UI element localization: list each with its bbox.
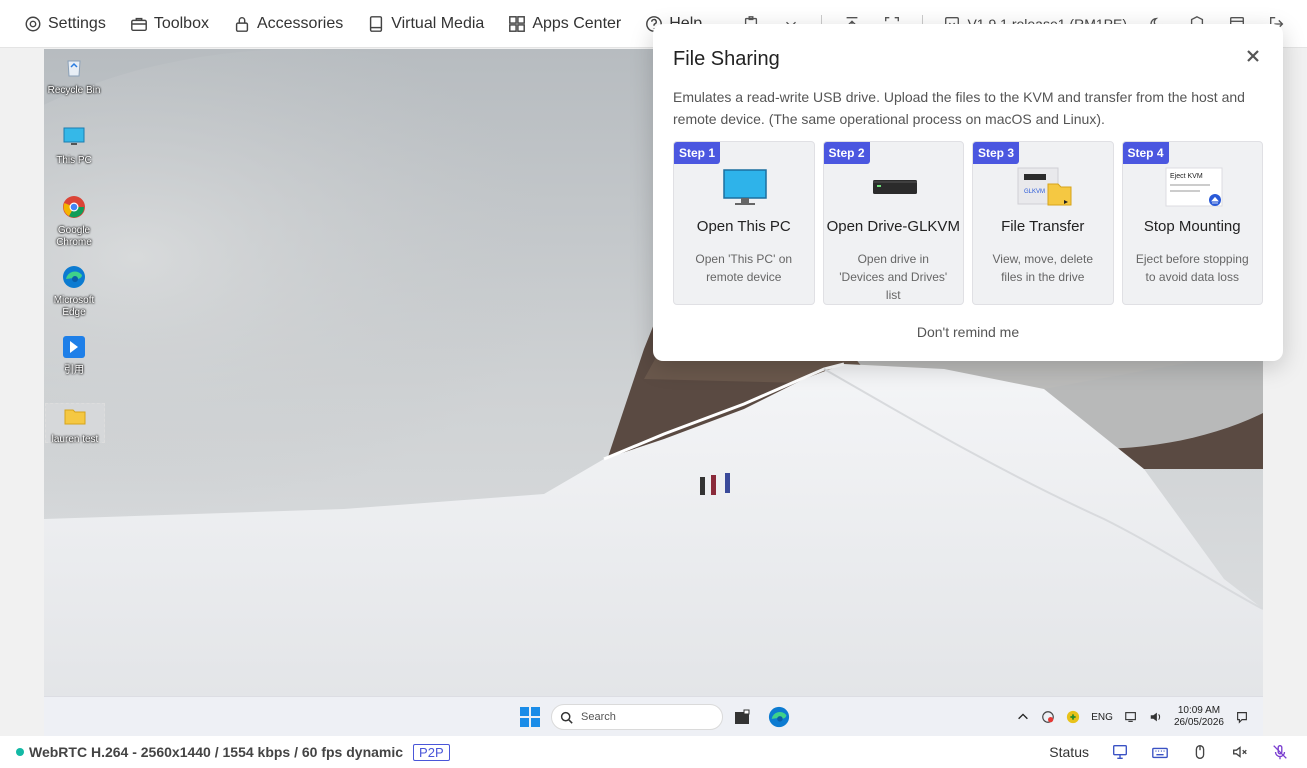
notification-icon[interactable] [1235,710,1249,724]
status-controls: Status [1049,736,1289,768]
step-description: Eject before stopping to avoid data loss [1135,252,1249,284]
desktop-icon-label: lauren test [51,434,99,445]
dialog-description: Emulates a read-write USB drive. Upload … [673,89,1245,127]
mouse-icon[interactable] [1191,743,1209,761]
desktop-icon-label: This PC [56,155,92,166]
chrome-icon [63,196,85,218]
step-card-1: Step 1 Open This PC Open 'This PC' on re… [673,141,815,305]
step-title: File Transfer [1001,218,1085,235]
p2p-badge: P2P [413,743,450,761]
volume-icon[interactable] [1149,710,1163,724]
step-title: Open This PC [696,218,791,235]
step-title: Open Drive-GLKVM [826,218,960,235]
clock-time: 10:09 AM [1177,705,1221,716]
desktop-icon-label: 引用 [64,365,84,376]
chevron-up-icon[interactable] [1016,710,1030,724]
folder-icon [64,409,86,425]
lock-icon [235,16,249,32]
dont-remind-link[interactable]: Don't remind me [653,324,1283,340]
step-card-3: Step 3 GLKVM File Transfer View, move, d… [972,141,1114,305]
step-description: View, move, delete files in the drive [992,252,1093,284]
computer-icon [63,127,85,145]
steps-list: Step 1 Open This PC Open 'This PC' on re… [673,141,1263,305]
menu-settings[interactable]: Settings [24,0,106,48]
menu-accessories-label: Accessories [256,14,344,32]
step-description: Open drive in 'Devices and Drives' list [839,252,948,302]
menu-virtual-media[interactable]: Virtual Media [367,0,484,48]
menu-toolbox-label: Toolbox [153,14,209,32]
step-badge: Step 3 [973,142,1020,164]
status-label[interactable]: Status [1049,744,1089,760]
desktop-icon-shortcut[interactable]: 引用 [44,335,104,377]
menu-apps-center[interactable]: Apps Center [508,0,621,48]
status-bar: WebRTC H.264 - 2560x1440 / 1554 kbps / 6… [0,736,1307,768]
step-card-4: Step 4 Eject KVM Stop Mounting Eject bef… [1121,141,1263,305]
desktop-icon-recycle-bin[interactable]: Recycle Bin [44,55,104,97]
taskview-icon[interactable] [734,709,750,725]
close-button[interactable] [1245,48,1261,64]
edge-taskbar-icon[interactable] [768,706,790,728]
step-badge: Step 2 [823,142,870,164]
desktop-icon-edge[interactable]: Microsoft Edge [44,265,104,319]
shortcut-app-icon [63,336,85,358]
keyboard-icon[interactable] [1151,743,1169,761]
book-icon [370,15,383,32]
desktop-icon-label: Google Chrome [56,225,92,248]
menu-virtual-media-label: Virtual Media [391,14,485,32]
step-description: Open 'This PC' on remote device [695,252,793,284]
speaker-muted-icon[interactable] [1231,743,1249,761]
step-badge: Step 1 [674,142,721,164]
menu-settings-label: Settings [48,14,106,32]
taskbar-clock[interactable]: 10:09 AM 26/05/2026 [1174,705,1224,729]
eject-illustration-icon: Eject KVM [1165,167,1222,207]
step-card-2: Step 2 Open Drive-GLKVM Open drive in 'D… [822,141,964,305]
monitor-status-icon[interactable] [1111,743,1129,761]
desktop-icon-folder[interactable]: lauren test [45,403,105,445]
language-indicator[interactable]: ENG [1091,712,1113,723]
desktop-icon-label: Recycle Bin [47,85,101,96]
edge-icon [63,266,85,288]
app-tray-icon[interactable] [1066,710,1080,724]
search-placeholder: Search [581,711,616,723]
desktop-icon-chrome[interactable]: Google Chrome [44,195,104,249]
clock-date: 26/05/2026 [1173,717,1224,728]
dialog-title: File Sharing [673,48,780,70]
microphone-muted-icon[interactable] [1271,743,1289,761]
menu-toolbox[interactable]: Toolbox [130,0,209,48]
menu-apps-center-label: Apps Center [532,14,622,32]
gear-icon [25,16,41,31]
glkvm-illus-label: GLKVM [1024,189,1045,195]
desktop-icon-this-pc[interactable]: This PC [44,125,104,167]
step-badge: Step 4 [1122,142,1169,164]
stream-info: WebRTC H.264 - 2560x1440 / 1554 kbps / 6… [29,744,404,760]
menu-accessories[interactable]: Accessories [233,0,343,48]
step-title: Stop Mounting [1143,218,1241,235]
file-sharing-dialog: File Sharing Emulates a read-write USB d… [653,24,1283,361]
monitor-illustration-icon [723,169,767,205]
desktop-icon-label: Microsoft Edge [53,295,95,318]
taskbar-search[interactable]: Search [551,704,723,730]
search-icon [560,711,573,724]
eject-illus-label: Eject KVM [1170,173,1203,180]
file-transfer-illustration-icon: GLKVM [1017,167,1072,206]
recycle-bin-icon [67,60,81,77]
start-button[interactable] [520,707,540,727]
system-tray: ENG 10:09 AM 26/05/2026 [1016,697,1249,736]
toolbox-icon [130,17,147,31]
windows-taskbar: Search ENG 10:09 AM 26/05/2026 [44,696,1263,736]
drive-illustration-icon [872,180,917,194]
connection-indicator [16,748,24,756]
close-icon [1247,50,1259,62]
sync-icon[interactable] [1041,710,1055,724]
grid-icon [509,15,526,32]
network-icon[interactable] [1124,710,1138,724]
